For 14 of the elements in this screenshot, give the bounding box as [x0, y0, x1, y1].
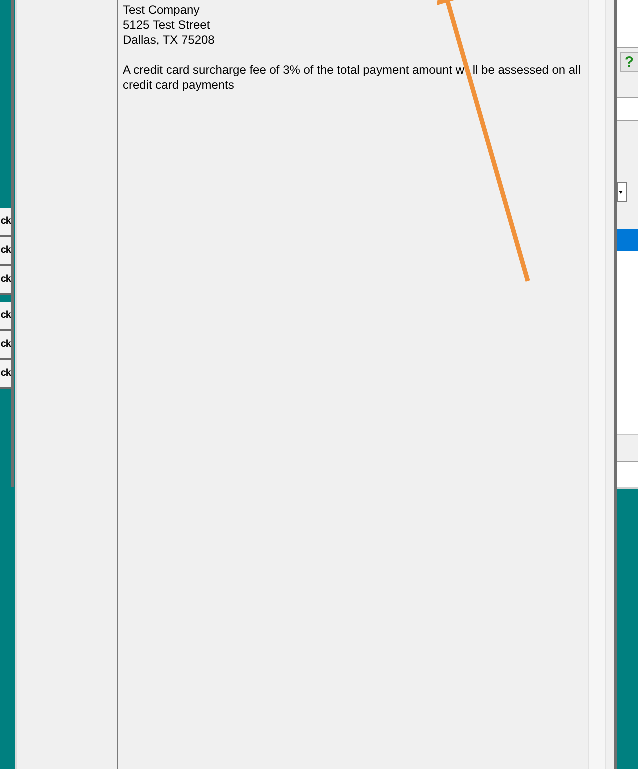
address-line: Dallas, TX 75208: [123, 33, 215, 48]
nav-button[interactable]: ck: [0, 237, 11, 266]
nav-button[interactable]: ck: [0, 266, 11, 295]
caret-down-icon: [619, 190, 623, 194]
address-line: Test Company: [123, 3, 200, 18]
address-line: 5125 Test Street: [123, 18, 210, 33]
surcharge-note: A credit card surcharge fee of 3% of the total payment amount w ll be assessed on all credit card payments: [123, 63, 582, 93]
text-field[interactable]: [617, 98, 638, 121]
nav-button[interactable]: ck: [0, 360, 11, 389]
nav-button[interactable]: ck: [0, 302, 11, 331]
nav-button[interactable]: ck: [0, 208, 11, 237]
nav-button[interactable]: ck: [0, 331, 11, 360]
status-field: [617, 462, 638, 487]
dropdown-button[interactable]: [617, 182, 627, 202]
